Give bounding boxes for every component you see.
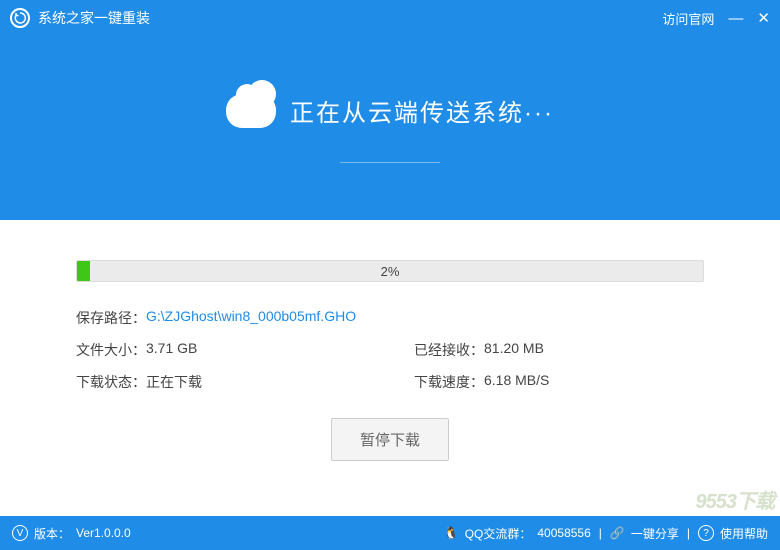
cloud-icon xyxy=(226,94,276,128)
banner-divider xyxy=(340,162,440,163)
version-value: Ver1.0.0.0 xyxy=(76,526,131,540)
speed-value: 6.18 MB/S xyxy=(484,372,549,392)
save-path-label: 保存路径： xyxy=(76,308,146,328)
footer: V 版本： Ver1.0.0.0 🐧 QQ交流群： 40058556 | 🔗 一… xyxy=(0,516,780,550)
pause-download-button[interactable]: 暂停下载 xyxy=(331,418,449,461)
save-path-value: G:\ZJGhost\win8_000b05mf.GHO xyxy=(146,308,356,328)
download-info: 保存路径： G:\ZJGhost\win8_000b05mf.GHO 文件大小：… xyxy=(76,308,704,392)
file-size-value: 3.71 GB xyxy=(146,340,197,360)
qq-label: QQ交流群： xyxy=(465,525,532,542)
qq-value[interactable]: 40058556 xyxy=(537,526,590,540)
banner: 正在从云端传送系统··· xyxy=(0,36,780,220)
app-title: 系统之家一键重装 xyxy=(38,8,150,28)
file-size-label: 文件大小： xyxy=(76,340,146,360)
content-area: 2% 保存路径： G:\ZJGhost\win8_000b05mf.GHO 文件… xyxy=(0,220,780,516)
help-icon: ? xyxy=(698,525,714,541)
qq-icon: 🐧 xyxy=(444,526,459,540)
share-link[interactable]: 一键分享 xyxy=(631,525,679,542)
visit-site-link[interactable]: 访问官网 xyxy=(662,9,714,28)
version-icon: V xyxy=(12,525,28,541)
progress-bar: 2% xyxy=(76,260,704,282)
speed-label: 下载速度： xyxy=(414,372,484,392)
progress-percent: 2% xyxy=(76,260,704,282)
share-icon: 🔗 xyxy=(610,526,625,540)
minimize-button[interactable]: — xyxy=(728,11,743,26)
status-value: 正在下载 xyxy=(146,372,202,392)
footer-separator: | xyxy=(687,526,690,540)
app-window: 系统之家一键重装 访问官网 — ✕ 正在从云端传送系统··· 2% 保存路径： … xyxy=(0,0,780,550)
banner-title: 正在从云端传送系统··· xyxy=(290,93,554,128)
version-label: 版本： xyxy=(34,525,70,542)
status-label: 下载状态： xyxy=(76,372,146,392)
received-label: 已经接收： xyxy=(414,340,484,360)
footer-separator: | xyxy=(599,526,602,540)
titlebar: 系统之家一键重装 访问官网 — ✕ xyxy=(0,0,780,36)
close-button[interactable]: ✕ xyxy=(757,11,770,26)
received-value: 81.20 MB xyxy=(484,340,544,360)
help-link[interactable]: 使用帮助 xyxy=(720,525,768,542)
app-logo-icon xyxy=(10,8,30,28)
